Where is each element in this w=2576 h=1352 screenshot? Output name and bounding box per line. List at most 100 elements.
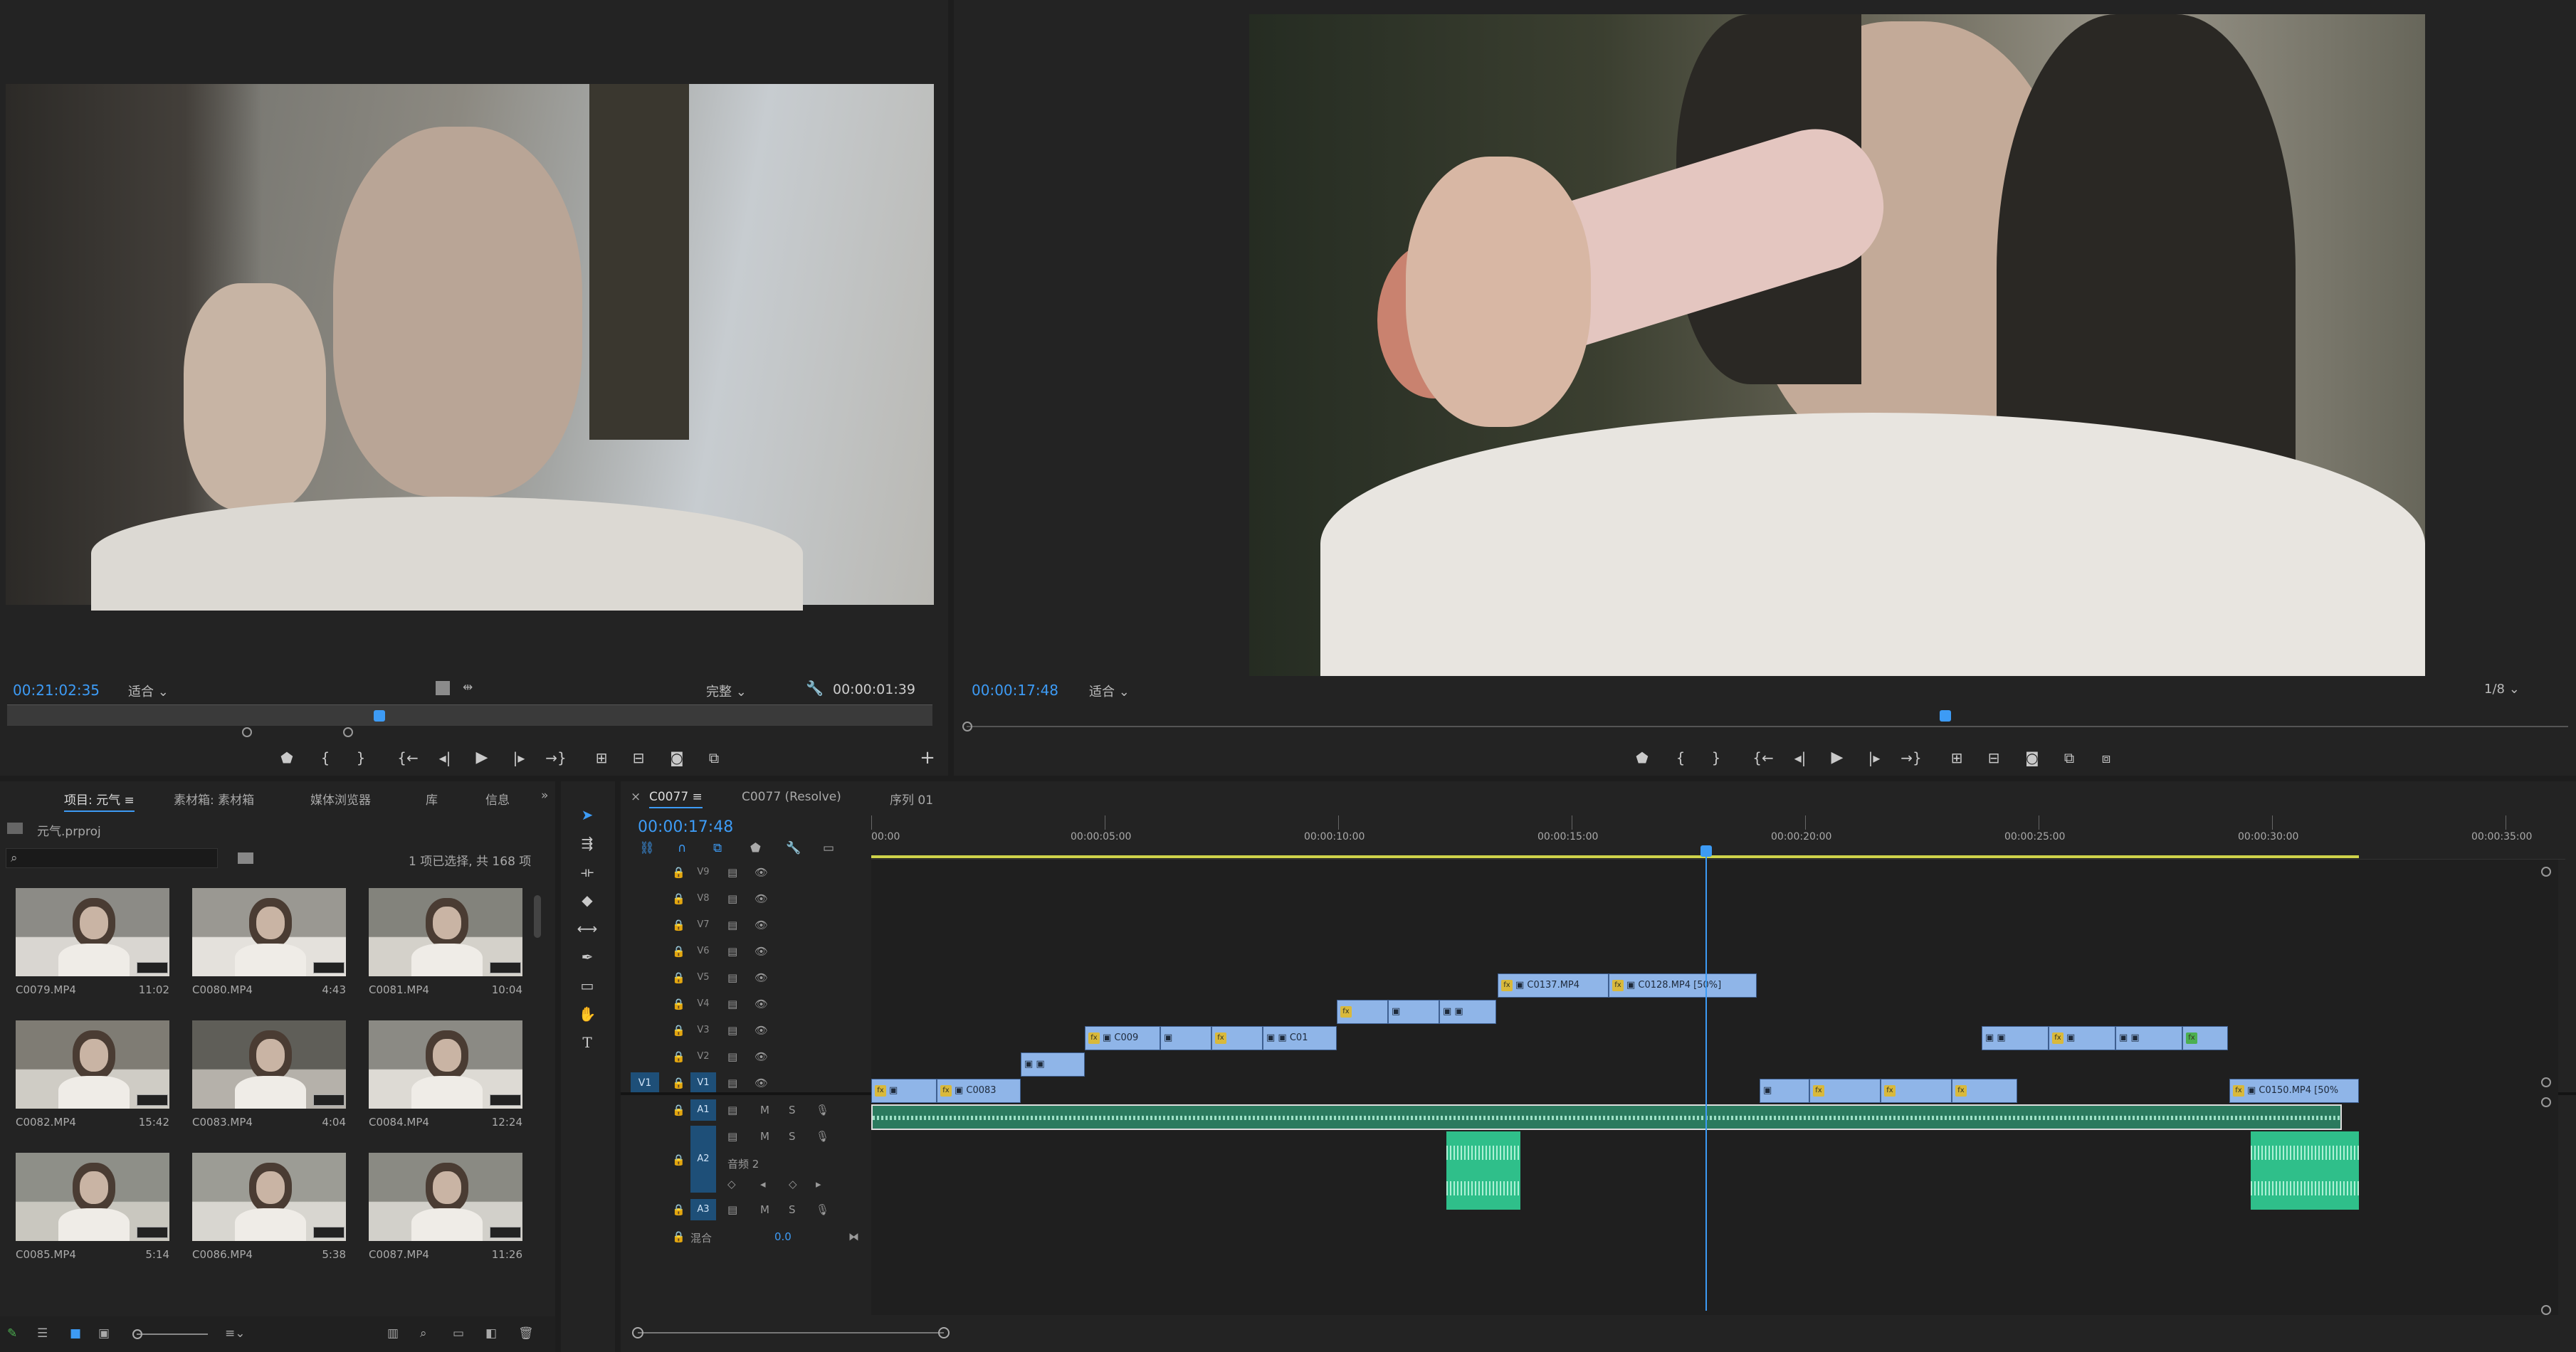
close-tab-icon[interactable]: ×: [631, 790, 641, 804]
clip-v1-1[interactable]: fx ▣: [871, 1079, 937, 1103]
timeline-zoom-left-handle[interactable]: [632, 1327, 643, 1338]
source-scrub-bar[interactable]: [7, 704, 932, 726]
track-label[interactable]: A1: [690, 1099, 716, 1121]
program-start-marker[interactable]: [962, 722, 972, 732]
program-playhead[interactable]: [1940, 710, 1951, 722]
solo-button[interactable]: S: [789, 1104, 796, 1116]
timeline-playhead[interactable]: [1705, 847, 1707, 1311]
lock-icon[interactable]: 🔒: [672, 1104, 685, 1116]
mic-icon[interactable]: 🎙: [816, 1104, 829, 1116]
linked-selection-icon[interactable]: ⧉: [713, 841, 722, 855]
program-mark-in-button[interactable]: {: [1668, 746, 1693, 770]
eye-icon[interactable]: 👁: [755, 1077, 768, 1089]
find-icon[interactable]: ⌕: [420, 1326, 427, 1341]
timeline-timecode[interactable]: 00:00:17:48: [638, 818, 733, 836]
lock-icon[interactable]: 🔒: [672, 1050, 685, 1063]
source-timecode[interactable]: 00:21:02:35: [13, 682, 100, 699]
source-video-frame[interactable]: [6, 84, 934, 611]
lock-icon[interactable]: 🔒: [672, 1077, 685, 1089]
program-add-marker-button[interactable]: ⬟: [1630, 746, 1654, 770]
work-area-bar[interactable]: [871, 855, 2359, 858]
lock-icon[interactable]: 🔒: [672, 1024, 685, 1037]
source-patch[interactable]: V1: [631, 1072, 659, 1094]
keyframe-icon[interactable]: ◇: [727, 1178, 736, 1190]
next-keyframe-icon[interactable]: ▸: [816, 1178, 821, 1190]
nest-icon[interactable]: ⛓: [639, 841, 655, 855]
clip-thumbnail[interactable]: [16, 1153, 169, 1241]
tab-info[interactable]: 信息: [485, 790, 510, 808]
automate-icon[interactable]: ▥: [387, 1326, 399, 1341]
clip-thumbnail[interactable]: [369, 888, 522, 976]
clip-v4-3[interactable]: ▣ ▣: [1439, 1000, 1496, 1024]
compare-icon[interactable]: ⧉: [702, 746, 726, 770]
clip-v3-5[interactable]: fx ▣: [2049, 1026, 2115, 1050]
mute-button[interactable]: M: [760, 1104, 769, 1116]
slip-tool-icon[interactable]: ⟷: [575, 917, 599, 941]
clip-v4-1[interactable]: fx: [1337, 1000, 1388, 1024]
program-compare-icon[interactable]: ⧉: [2057, 746, 2081, 770]
sync-lock-icon[interactable]: ▤: [727, 971, 737, 984]
extract-button[interactable]: ⊟: [1982, 746, 2006, 770]
settings-icon[interactable]: [436, 681, 450, 695]
zoom-slider-handle[interactable]: [132, 1329, 142, 1339]
source-fit-dropdown[interactable]: 适合 ⌄: [128, 682, 169, 700]
mark-in-button[interactable]: {: [313, 746, 337, 770]
eye-icon[interactable]: 👁: [755, 1024, 768, 1037]
sync-lock-icon[interactable]: ▤: [727, 892, 737, 905]
clip-thumbnail[interactable]: [192, 1020, 346, 1109]
mix-value[interactable]: 0.0: [774, 1230, 792, 1243]
clip-thumbnail[interactable]: [16, 1020, 169, 1109]
audio-clip-a2-2[interactable]: [2251, 1131, 2359, 1210]
tab-sequence-01[interactable]: 序列 01: [890, 790, 933, 808]
sync-lock-icon[interactable]: ▤: [727, 1050, 737, 1063]
sync-lock-icon[interactable]: ▤: [727, 1024, 737, 1037]
track-label[interactable]: V8: [690, 888, 716, 909]
track-label[interactable]: V6: [690, 941, 716, 962]
camera-icon[interactable]: ◙: [665, 746, 689, 770]
sync-lock-icon[interactable]: ▤: [727, 945, 737, 958]
search-input[interactable]: ⌕: [6, 848, 218, 868]
sync-lock-icon[interactable]: ▤: [727, 998, 737, 1010]
overwrite-button[interactable]: ⊟: [626, 746, 651, 770]
razor-tool-icon[interactable]: ◆: [575, 888, 599, 912]
clip-v1-c0150[interactable]: fx ▣ C0150.MP4 [50%: [2229, 1079, 2359, 1103]
lift-button[interactable]: ⊞: [1945, 746, 1969, 770]
program-mark-out-button[interactable]: }: [1704, 746, 1728, 770]
lock-icon[interactable]: 🔒: [672, 1230, 685, 1243]
eye-icon[interactable]: 👁: [755, 866, 768, 879]
timeline-wrench-icon[interactable]: 🔧: [786, 841, 801, 855]
eye-icon[interactable]: 👁: [755, 998, 768, 1010]
list-view-icon[interactable]: ☰: [37, 1326, 48, 1341]
mic-icon[interactable]: 🎙: [816, 1203, 829, 1216]
trash-icon[interactable]: 🗑: [518, 1326, 534, 1341]
program-play-button[interactable]: ▶: [1825, 746, 1849, 770]
mix-end-icon[interactable]: ⧓: [848, 1230, 859, 1243]
track-label[interactable]: A3: [690, 1199, 716, 1220]
track-label[interactable]: V7: [690, 914, 716, 936]
program-step-forward-button[interactable]: |▸: [1862, 746, 1886, 770]
track-label[interactable]: A2: [690, 1126, 716, 1193]
new-bin-icon[interactable]: ▭: [453, 1326, 464, 1341]
lock-icon[interactable]: 🔒: [672, 945, 685, 958]
clip-v3-2[interactable]: ▣: [1160, 1026, 1211, 1050]
program-camera-icon[interactable]: ◙: [2020, 746, 2044, 770]
lock-icon[interactable]: 🔒: [672, 971, 685, 984]
program-go-to-in-button[interactable]: {←: [1751, 746, 1775, 770]
clip-v1-2[interactable]: ▣: [1760, 1079, 1809, 1103]
audio-clip-a2-1[interactable]: [1446, 1131, 1520, 1210]
zoom-slider[interactable]: [137, 1333, 208, 1335]
eye-icon[interactable]: 👁: [755, 971, 768, 984]
program-video-frame[interactable]: [1249, 14, 2425, 676]
snap-icon[interactable]: ∩: [678, 841, 686, 855]
more-tabs-icon[interactable]: »: [541, 788, 548, 803]
audio-clip-a1[interactable]: [871, 1104, 2342, 1130]
track-area[interactable]: fx ▣ C0137.MP4 fx ▣ C0128.MP4 [50%] fx ▣ ▣…: [871, 860, 2558, 1315]
new-item-icon[interactable]: ◧: [485, 1326, 497, 1341]
mute-button[interactable]: M: [760, 1203, 769, 1216]
tab-media-browser[interactable]: 媒体浏览器: [310, 790, 371, 808]
play-button[interactable]: ▶: [470, 746, 494, 770]
tab-bin[interactable]: 素材箱: 素材箱: [174, 790, 254, 808]
clip-v2-1[interactable]: ▣ ▣: [1021, 1052, 1085, 1077]
vertical-scroll-bottom[interactable]: [2541, 1305, 2551, 1315]
add-button[interactable]: +: [915, 746, 940, 770]
